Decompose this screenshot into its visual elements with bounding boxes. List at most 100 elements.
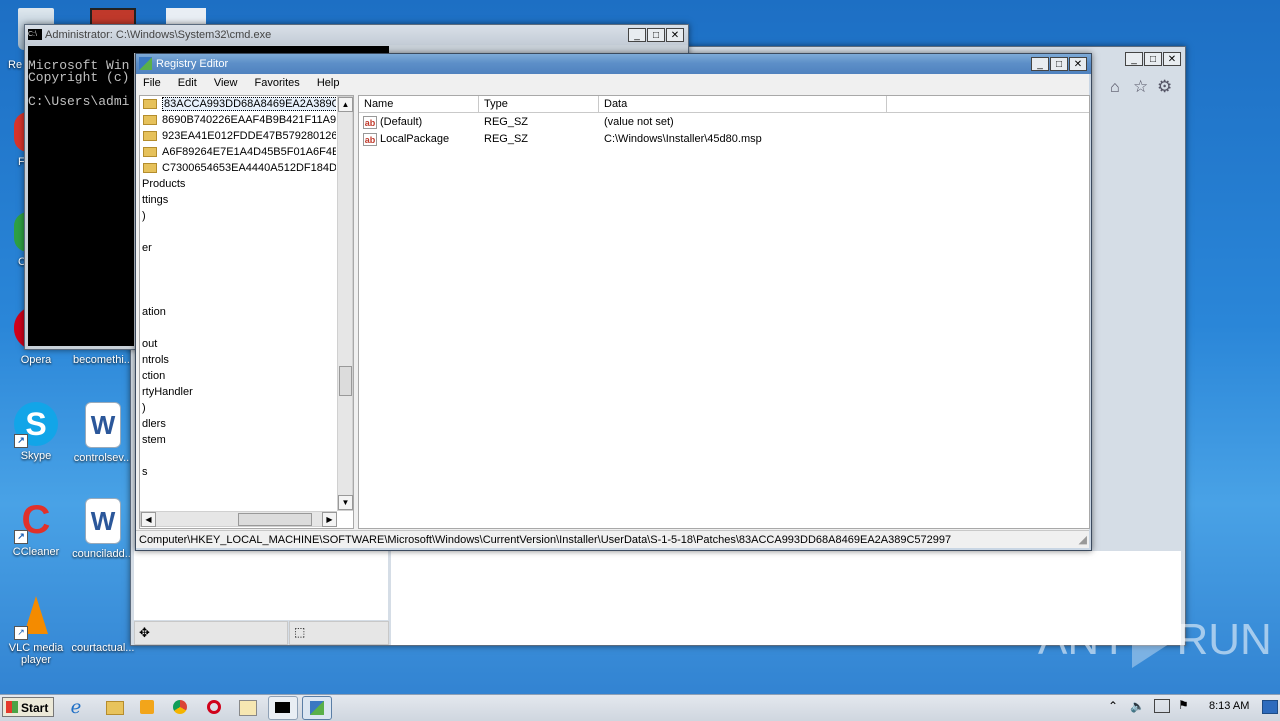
tree-item[interactable]: stem [140, 432, 336, 448]
favorites-star-icon[interactable]: ☆ [1133, 77, 1148, 97]
column-header-name[interactable]: Name [359, 96, 479, 112]
menu-edit[interactable]: Edit [178, 77, 197, 89]
desktop-icon-vlc[interactable]: ↗ VLC media player [1, 594, 71, 666]
console-line: C:\Users\admi [28, 94, 130, 109]
tree-item[interactable]: ation [140, 304, 336, 320]
start-button[interactable]: Start [2, 697, 54, 717]
tree-item[interactable]: 923EA41E012FDDE47B579280126CC [140, 128, 336, 144]
tree-item[interactable]: 83ACCA993DD68A8469EA2A389C572997 [140, 96, 336, 112]
folder-icon [143, 115, 157, 126]
regedit-taskbar-button[interactable] [302, 696, 332, 720]
value-row[interactable]: ab LocalPackage REG_SZ C:\Windows\Install… [359, 131, 1089, 147]
tree-item[interactable] [140, 288, 336, 304]
ie-icon[interactable]: ℯ [62, 696, 90, 718]
menu-file[interactable]: File [143, 77, 161, 89]
media-player-icon[interactable] [133, 696, 161, 718]
tree-item[interactable] [140, 272, 336, 288]
key-tree-pane[interactable]: 83ACCA993DD68A8469EA2A389C572997 8690B740… [139, 95, 354, 529]
volume-icon[interactable]: 🔈 [1130, 699, 1145, 713]
tree-item[interactable]: C7300654653EA4440A512DF184D70 [140, 160, 336, 176]
tree-item-label: ttings [142, 194, 169, 206]
tree-item-label: ) [142, 402, 146, 414]
menu-view[interactable]: View [214, 77, 238, 89]
column-header-data[interactable]: Data [599, 96, 887, 112]
scroll-thumb[interactable] [238, 513, 312, 526]
desktop-icon-courtactual[interactable]: courtactual... [68, 594, 138, 654]
tree-item[interactable]: A6F89264E7E1A4D45B5F01A6F4E08 [140, 144, 336, 160]
desktop-icon-label: VLC media player [8, 642, 64, 666]
tree-item[interactable] [140, 320, 336, 336]
scroll-down-button[interactable]: ▼ [338, 495, 353, 510]
menu-favorites[interactable]: Favorites [255, 77, 300, 89]
tree-item[interactable]: ) [140, 208, 336, 224]
tree-item[interactable]: 8690B740226EAAF4B9B421F11A90D [140, 112, 336, 128]
tree-item[interactable] [140, 448, 336, 464]
cmd-console[interactable]: Microsoft Win Copyright (c) C:\Users\admi [28, 46, 134, 346]
cmd-taskbar-button[interactable] [268, 696, 298, 720]
string-value-icon: ab [363, 132, 377, 146]
maximize-button[interactable]: □ [1050, 57, 1068, 71]
tree-item[interactable]: Products [140, 176, 336, 192]
tree-item[interactable]: s [140, 464, 336, 480]
console-line: Copyright (c) [28, 70, 130, 85]
scroll-up-button[interactable]: ▲ [338, 97, 353, 112]
minimize-button[interactable]: _ [1125, 52, 1143, 66]
tree-item[interactable] [140, 256, 336, 272]
document-icon[interactable] [166, 8, 206, 24]
resize-grip-icon[interactable]: ◢ [1079, 531, 1087, 548]
cmd-title: Administrator: C:\Windows\System32\cmd.e… [45, 29, 272, 41]
tree-item[interactable]: out [140, 336, 336, 352]
tree-item[interactable]: ttings [140, 192, 336, 208]
scroll-left-button[interactable]: ◀ [141, 512, 156, 527]
watermark-left: ANY [1038, 615, 1129, 664]
tree-list: 83ACCA993DD68A8469EA2A389C572997 8690B740… [140, 96, 336, 510]
home-icon[interactable]: ⌂ [1110, 79, 1120, 97]
close-button[interactable]: ✕ [666, 28, 684, 42]
scroll-right-button[interactable]: ▶ [322, 512, 337, 527]
tree-item[interactable] [140, 224, 336, 240]
tree-item[interactable]: er [140, 240, 336, 256]
registry-editor-window[interactable]: Registry Editor _ □ ✕ File Edit View Fav… [135, 53, 1092, 551]
window-controls: _ □ ✕ [628, 28, 684, 42]
show-desktop-button[interactable] [1262, 700, 1278, 714]
maximize-button[interactable]: □ [1144, 52, 1162, 66]
regedit-titlebar[interactable]: Registry Editor _ □ ✕ [136, 54, 1091, 74]
minimize-button[interactable]: _ [628, 28, 646, 42]
desktop-icon-label: controlsev... [73, 452, 133, 464]
chrome-icon[interactable] [166, 696, 194, 718]
desktop-icon-counciladd[interactable]: W counciladd... [68, 498, 138, 560]
minimize-button[interactable]: _ [1031, 57, 1049, 71]
tree-item[interactable]: rtyHandler [140, 384, 336, 400]
tree-item[interactable]: ction [140, 368, 336, 384]
clock[interactable]: 8:13 AM [1209, 700, 1249, 712]
tree-item[interactable]: dlers [140, 416, 336, 432]
tree-item-label: Products [142, 178, 186, 190]
gear-icon[interactable]: ⚙ [1157, 77, 1172, 97]
close-button[interactable]: ✕ [1163, 52, 1181, 66]
scroll-thumb[interactable] [339, 366, 352, 396]
tree-item-label: ntrols [142, 354, 169, 366]
tree-horizontal-scrollbar[interactable]: ◀ ▶ [140, 511, 337, 527]
desktop-icon-controlsev[interactable]: W controlsev... [68, 402, 138, 464]
regedit-icon [139, 57, 152, 70]
tree-item[interactable]: ntrols [140, 352, 336, 368]
network-icon[interactable] [1154, 699, 1170, 713]
desktop-icon-ccleaner[interactable]: C ↗ CCleaner [1, 498, 71, 558]
cmd-titlebar[interactable]: C:\ Administrator: C:\Windows\System32\c… [25, 25, 688, 45]
action-center-flag-icon[interactable]: ⚑ [1178, 698, 1189, 712]
maximize-button[interactable]: □ [647, 28, 665, 42]
value-row[interactable]: ab (Default) REG_SZ (value not set) [359, 114, 1089, 130]
column-header-type[interactable]: Type [479, 96, 599, 112]
tree-vertical-scrollbar[interactable]: ▲ ▼ [337, 96, 353, 511]
menu-help[interactable]: Help [317, 77, 340, 89]
close-button[interactable]: ✕ [1069, 57, 1087, 71]
app-taskbar-icon[interactable] [233, 696, 261, 718]
desktop-icon-skype[interactable]: S ↗ Skype [1, 402, 71, 462]
folder-icon [143, 131, 157, 142]
opera-taskbar-icon[interactable] [200, 696, 228, 718]
show-hidden-icons-icon[interactable]: ⌃ [1108, 699, 1118, 713]
explorer-folder-icon[interactable] [100, 696, 128, 718]
tree-item-label: out [142, 338, 158, 350]
tree-item[interactable]: ) [140, 400, 336, 416]
values-pane[interactable]: Name Type Data ab (Default) REG_SZ (value… [358, 95, 1090, 529]
